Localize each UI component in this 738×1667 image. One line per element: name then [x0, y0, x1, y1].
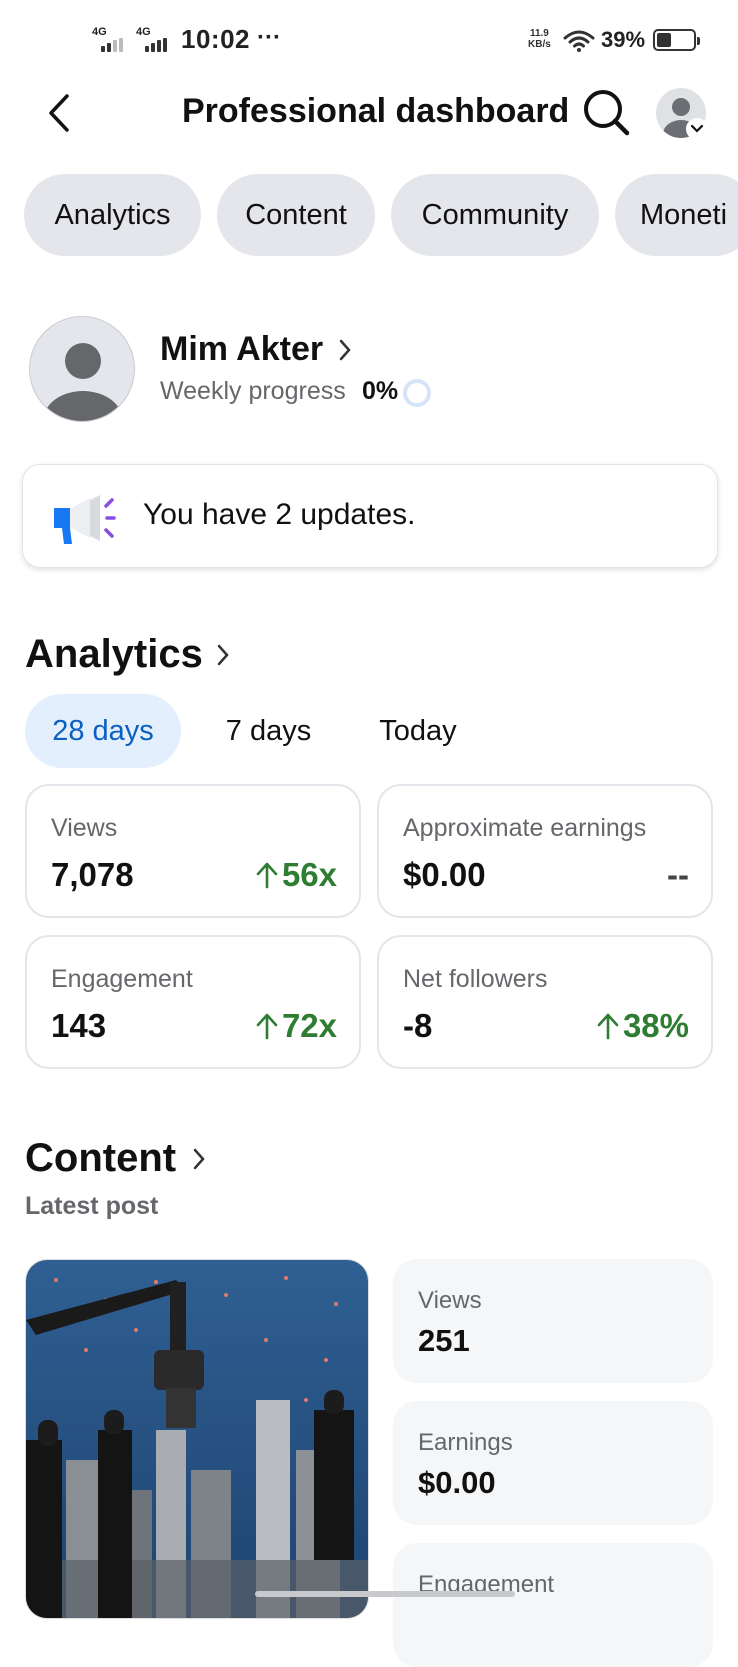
- search-button[interactable]: [580, 86, 632, 138]
- network-speed: 11.9 KB/s: [528, 28, 551, 50]
- stat-label: Engagement: [51, 965, 193, 993]
- home-indicator[interactable]: [255, 1591, 515, 1597]
- stat-card-views[interactable]: Views 7,078 56x: [25, 784, 361, 918]
- latest-post-thumbnail[interactable]: [25, 1259, 369, 1619]
- stat-card-earnings[interactable]: Approximate earnings $0.00 --: [377, 784, 713, 918]
- tab-content[interactable]: Content: [217, 174, 375, 256]
- chevron-right-icon[interactable]: [192, 1147, 206, 1171]
- stat-change-value: 38%: [622, 1007, 689, 1044]
- tab-analytics[interactable]: Analytics: [24, 174, 201, 256]
- range-7-days[interactable]: 7 days: [206, 694, 331, 768]
- sim1-label: 4G: [92, 26, 107, 38]
- account-switch-chevron[interactable]: [686, 118, 708, 140]
- content-title[interactable]: Content: [25, 1136, 176, 1181]
- page-title: Professional dashboard: [182, 92, 570, 130]
- chevron-down-icon: [690, 124, 704, 133]
- stat-value: 7,078: [51, 856, 134, 893]
- signal-bars-icon: [145, 38, 169, 52]
- tab-community[interactable]: Community: [391, 174, 599, 256]
- stat-change-value: 56x: [281, 856, 337, 893]
- arrow-up-icon: [256, 862, 278, 889]
- metric-label: Views: [418, 1287, 482, 1314]
- stat-label: Views: [51, 814, 118, 842]
- post-metric-engagement[interactable]: Engagement: [393, 1543, 713, 1667]
- status-bar: 4G 4G 10:02 ··· 11.9 KB/s 39%: [0, 0, 738, 80]
- weekly-progress-value: 0%: [362, 377, 399, 405]
- battery-fill: [657, 33, 671, 47]
- network-speed-value: 11.9: [529, 28, 549, 39]
- updates-text: You have 2 updates.: [143, 498, 416, 531]
- profile-name[interactable]: Mim Akter: [160, 330, 323, 369]
- range-28-days[interactable]: 28 days: [25, 694, 181, 768]
- progress-ring: [403, 379, 431, 407]
- stat-card-net-followers[interactable]: Net followers -8 38%: [377, 935, 713, 1069]
- latest-post-label: Latest post: [25, 1192, 159, 1220]
- stat-change: 56x: [255, 856, 337, 894]
- stat-value: -8: [403, 1007, 433, 1044]
- stat-change: 72x: [255, 1007, 337, 1045]
- stat-change-value: 72x: [281, 1007, 337, 1044]
- post-image: [26, 1260, 368, 1618]
- profile-avatar[interactable]: [29, 316, 135, 422]
- wifi-icon: [563, 30, 595, 52]
- stat-value: $0.00: [403, 856, 486, 893]
- metric-label: Earnings: [418, 1429, 513, 1456]
- status-more-dots: ···: [257, 24, 281, 51]
- stat-card-engagement[interactable]: Engagement 143 72x: [25, 935, 361, 1069]
- chevron-right-icon[interactable]: [338, 338, 352, 362]
- sim2-label: 4G: [136, 26, 151, 38]
- stat-change-value: --: [667, 856, 689, 893]
- post-metric-earnings[interactable]: Earnings $0.00: [393, 1401, 713, 1525]
- metric-value: 251: [418, 1323, 470, 1358]
- chevron-right-icon[interactable]: [216, 643, 230, 667]
- stat-change: --: [667, 856, 689, 894]
- network-speed-unit: KB/s: [528, 39, 551, 50]
- stat-label: Net followers: [403, 965, 548, 993]
- signal-bars-icon: [101, 38, 125, 52]
- stat-value: 143: [51, 1007, 107, 1044]
- back-button[interactable]: [34, 88, 84, 138]
- user-avatar-icon: [43, 343, 123, 421]
- analytics-title[interactable]: Analytics: [25, 632, 203, 677]
- status-time: 10:02: [181, 24, 250, 54]
- megaphone-icon: [54, 495, 116, 544]
- arrow-up-icon: [597, 1013, 619, 1040]
- battery-icon: [653, 29, 700, 51]
- chevron-left-icon: [49, 94, 69, 132]
- battery-percent: 39%: [601, 27, 646, 52]
- range-today[interactable]: Today: [362, 694, 474, 768]
- weekly-progress-label: Weekly progress: [160, 377, 346, 405]
- metric-value: $0.00: [418, 1465, 496, 1500]
- stat-label: Approximate earnings: [403, 814, 647, 842]
- search-icon: [584, 90, 630, 136]
- stat-change: 38%: [596, 1007, 689, 1045]
- tab-monetization[interactable]: Moneti: [615, 174, 738, 256]
- arrow-up-icon: [256, 1013, 278, 1040]
- post-metric-views[interactable]: Views 251: [393, 1259, 713, 1383]
